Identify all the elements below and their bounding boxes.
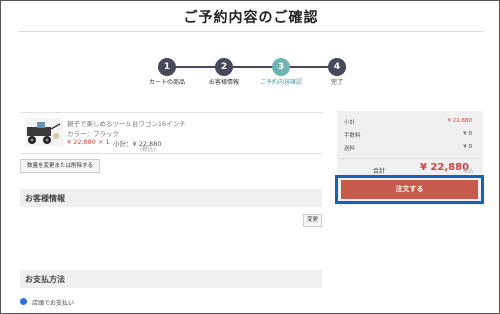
product-variant: カラー：ブラック <box>67 130 119 138</box>
summary-shipping-label: 送料 <box>344 146 356 152</box>
total-value: ¥ 22,880 <box>420 162 470 173</box>
payment-radio[interactable] <box>20 298 27 305</box>
payment-section-title: お支払方法 <box>25 275 65 284</box>
step-4-circle: 4 <box>328 58 346 76</box>
total-tax-note: 税込 <box>463 168 474 174</box>
product-name[interactable]: 親子で楽しめるツール台ワゴン16インチ <box>67 118 186 128</box>
order-button[interactable]: 注文する <box>341 180 478 199</box>
product-price-qty: ¥ 22,880 × 1 <box>67 138 110 146</box>
divider <box>20 153 322 154</box>
step-1-circle: 1 <box>158 58 176 76</box>
payment-option-label[interactable]: 店頭でお支払い <box>32 298 74 307</box>
page-frame: ご予約内容のご確認 1 2 3 4 カートの商品 お客様情報 ご予約内容確認 完… <box>0 0 500 314</box>
customer-section-header <box>20 189 322 207</box>
summary-shipping-value: ¥ 0 <box>463 144 472 150</box>
payment-section-header <box>20 270 322 288</box>
step-2-circle: 2 <box>215 58 233 76</box>
product-tax-note: (税込) <box>140 147 156 153</box>
divider <box>18 31 484 32</box>
step-4-label: 完了 <box>330 79 343 86</box>
stepper-line <box>168 66 336 68</box>
page-title: ご予約内容のご確認 <box>183 10 319 26</box>
step-3-circle: 3 <box>272 58 290 76</box>
change-quantity-button[interactable]: 数量を変更または削除する <box>20 159 100 173</box>
product-image[interactable] <box>25 118 63 146</box>
customer-section-title: お客様情報 <box>25 194 65 203</box>
summary-fee-value: ¥ 0 <box>463 131 472 137</box>
summary-subtotal-label: 小計 <box>344 120 356 126</box>
summary-subtotal-value: ¥ 22,880 <box>447 118 473 124</box>
divider <box>20 112 322 113</box>
summary-fee-label: 手数料 <box>344 133 361 139</box>
divider <box>340 158 480 159</box>
wagon-icon <box>27 122 61 144</box>
change-customer-button[interactable]: 変更 <box>303 214 322 227</box>
total-label: 合計 <box>373 168 386 175</box>
